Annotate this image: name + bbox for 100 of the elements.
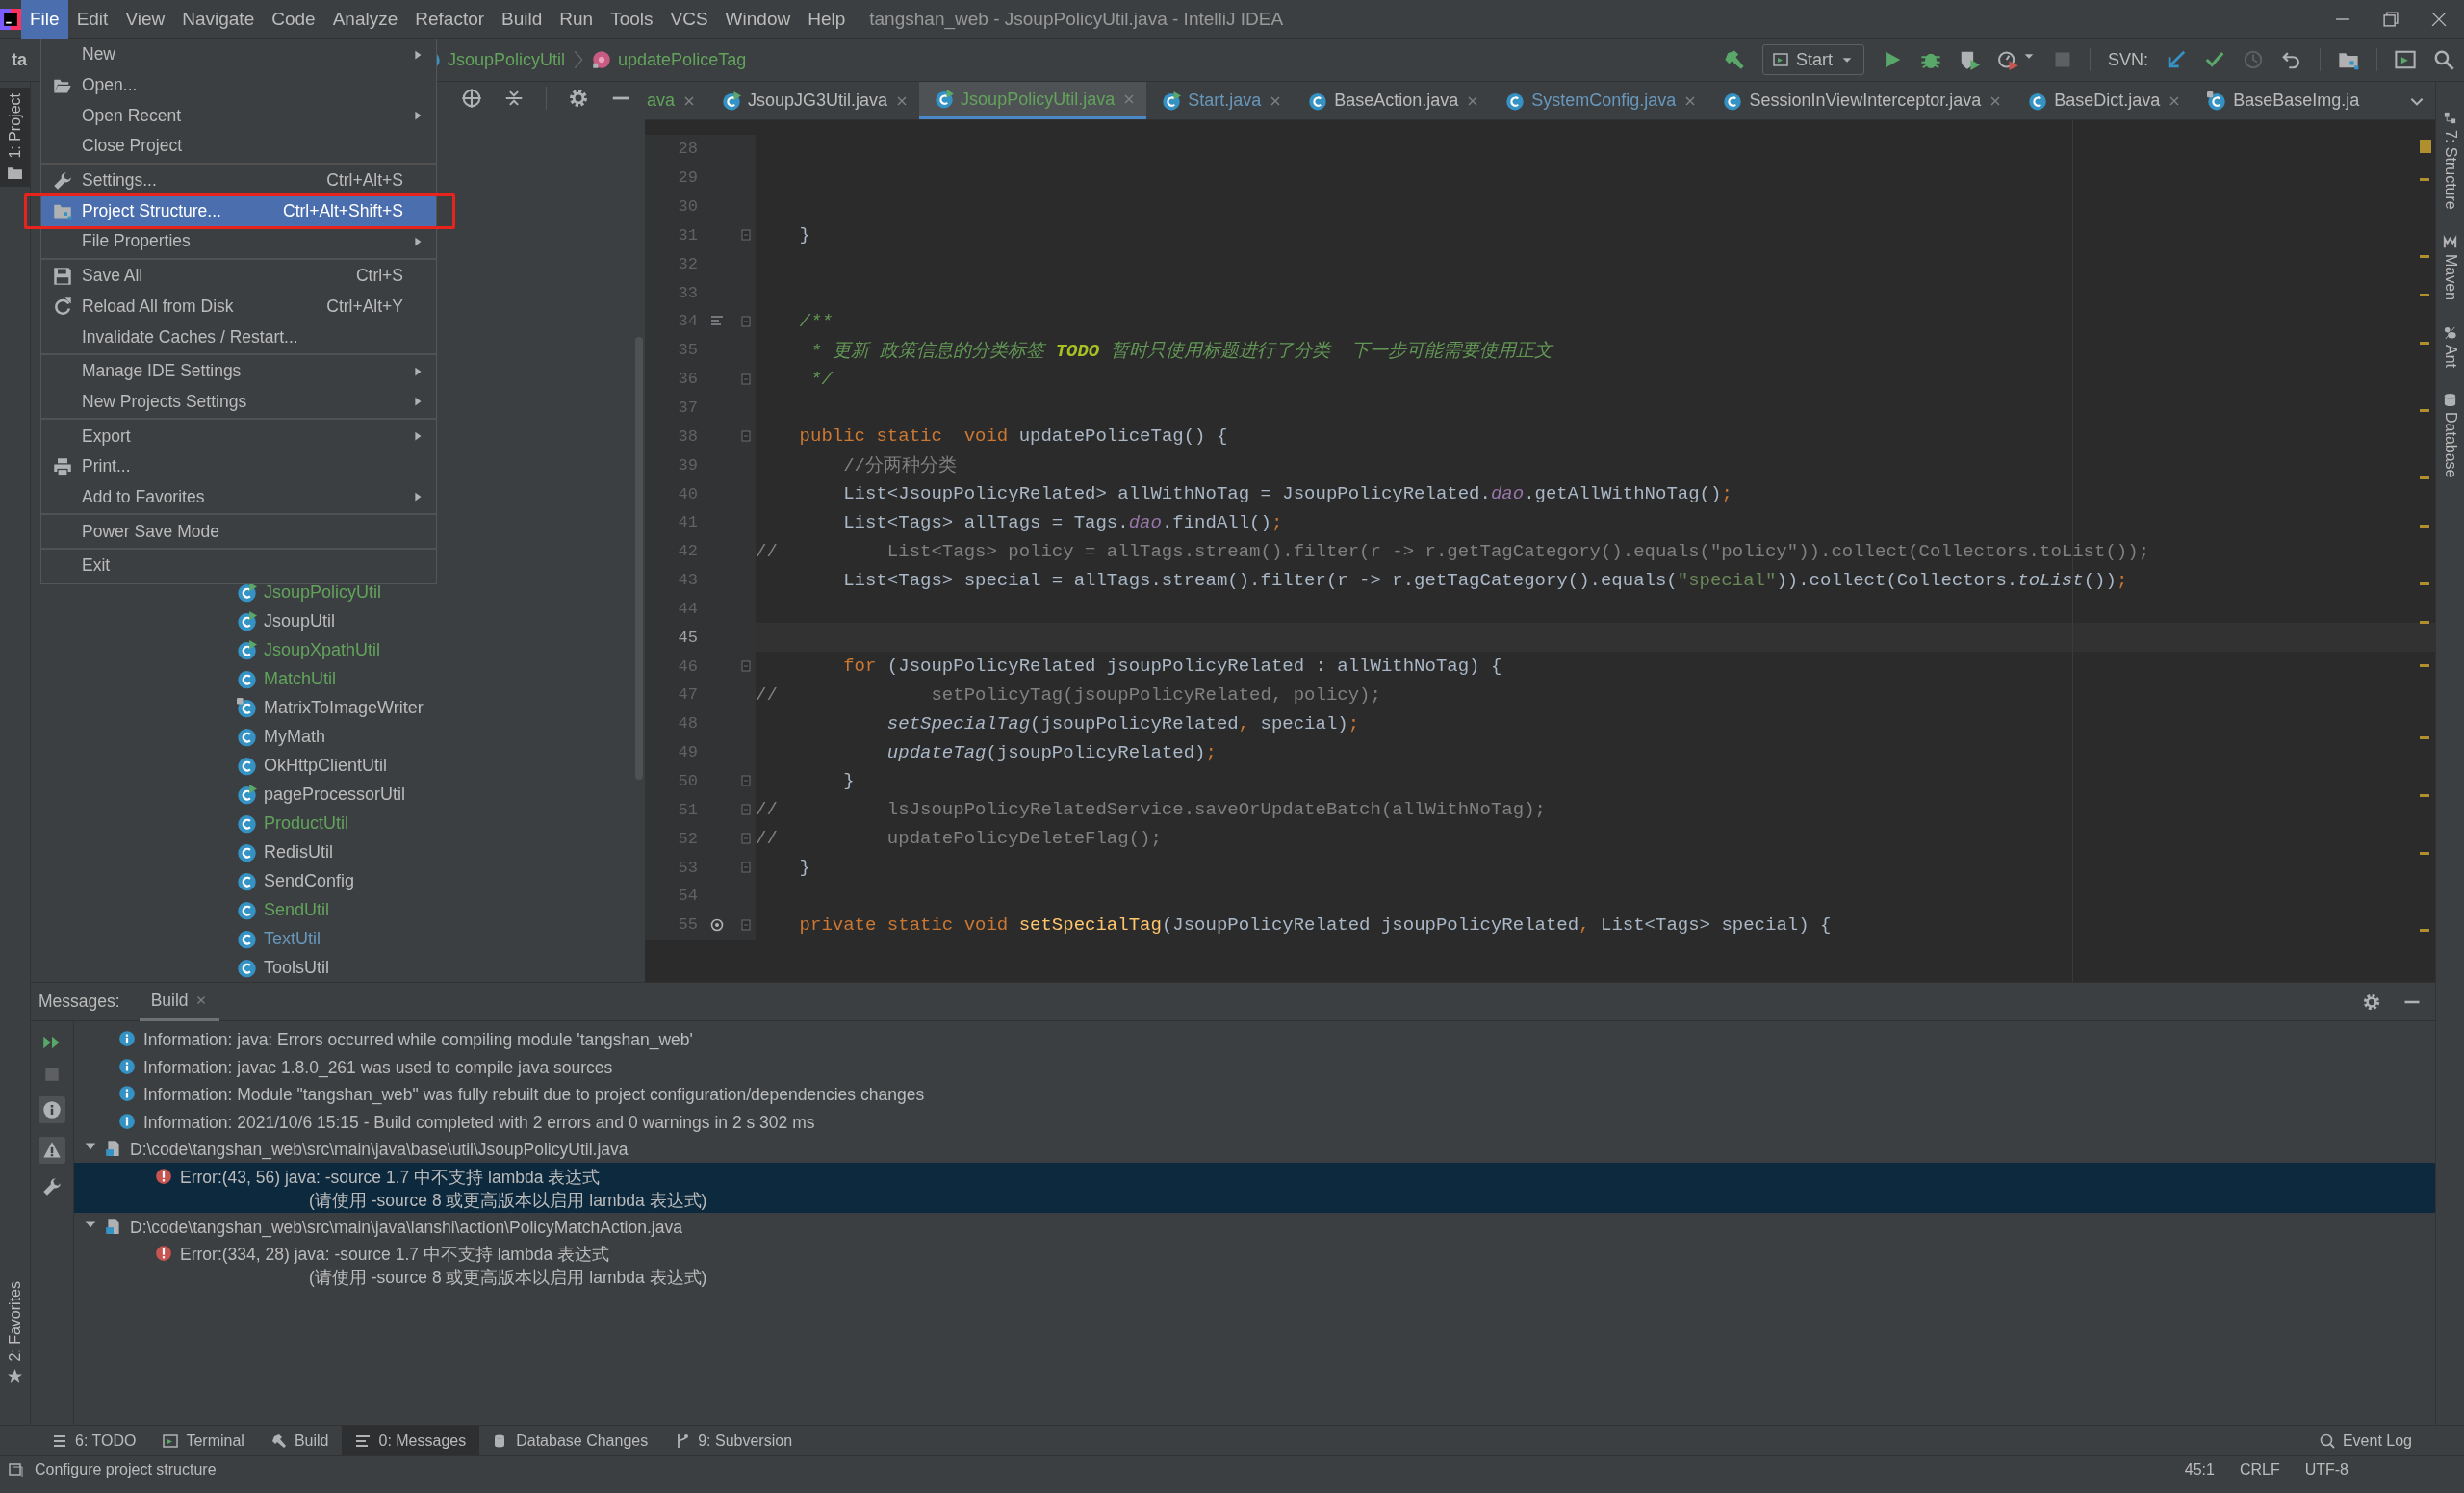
menu-item[interactable]: Exit bbox=[41, 551, 436, 581]
tool-window-button[interactable]: 0: Messages bbox=[342, 1426, 480, 1455]
class-icon bbox=[935, 90, 955, 109]
message-row[interactable]: D:\code\tangshan_web\src\main\java\base\util\JsoupPolicyUtil.java bbox=[74, 1135, 2435, 1163]
menu-item[interactable]: Invalidate Caches / Restart... bbox=[41, 322, 436, 352]
tool-window-button[interactable]: 9: Subversion bbox=[661, 1426, 807, 1455]
menu-item[interactable]: File Properties bbox=[41, 226, 436, 257]
editor-tab[interactable]: ava bbox=[645, 82, 707, 119]
info-icon bbox=[118, 1112, 136, 1130]
tree-item[interactable]: JsoupUtil bbox=[237, 606, 336, 635]
message-row[interactable]: Error:(334, 28) java: -source 1.7 中不支持 lambda 表达式 (请使用 -source 8 或更高版本以启用 lambda 表达式) bbox=[74, 1240, 2435, 1290]
tool-window-button[interactable]: 6: TODO bbox=[38, 1426, 150, 1455]
tree-item[interactable]: ToolsUtil bbox=[237, 953, 330, 982]
tree-item[interactable]: SendUtil bbox=[237, 895, 330, 924]
editor-tab[interactable]: Start.java bbox=[1146, 82, 1294, 119]
tool-window-tab[interactable]: 1: Project bbox=[0, 88, 30, 187]
menu[interactable]: Build bbox=[493, 0, 552, 39]
menu[interactable]: VCS bbox=[661, 0, 717, 39]
run-configuration-dropdown[interactable]: Start bbox=[1761, 44, 1864, 75]
menu[interactable]: Tools bbox=[602, 0, 662, 39]
editor-tab[interactable]: BaseDict.java bbox=[2013, 82, 2193, 119]
message-row[interactable]: Information: javac 1.8.0_261 was used to compile java sources bbox=[74, 1052, 2435, 1080]
tree-item[interactable]: RedisUtil bbox=[237, 837, 334, 866]
svn-update-icon[interactable] bbox=[2166, 49, 2187, 70]
menu-item[interactable]: Open... bbox=[41, 69, 436, 101]
event-log-button[interactable]: Event Log bbox=[2305, 1426, 2426, 1455]
class-icon bbox=[237, 841, 257, 862]
override-icon[interactable] bbox=[709, 916, 725, 933]
menu[interactable]: View bbox=[116, 0, 174, 39]
tool-window-button[interactable]: Build bbox=[257, 1426, 343, 1455]
class-icon bbox=[1505, 90, 1526, 111]
filter-toggle[interactable] bbox=[38, 1096, 65, 1123]
search-icon[interactable] bbox=[2433, 49, 2454, 70]
tree-item[interactable]: SendConfig bbox=[237, 866, 355, 895]
tool-window-tab[interactable]: 2: Favorites bbox=[0, 1275, 30, 1390]
menu-item[interactable]: Manage IDE Settings bbox=[41, 355, 436, 387]
menu-item[interactable]: Reload All from Disk Ctrl+Alt+Y bbox=[41, 291, 436, 322]
tool-window-tab[interactable]: 7: Structure bbox=[2441, 111, 2459, 210]
editor-tab[interactable]: JsoupJG3Util.java bbox=[706, 82, 920, 119]
tree-item[interactable]: TextUtil bbox=[237, 924, 321, 953]
tree-item[interactable]: OkHttpClientUtil bbox=[237, 751, 388, 780]
message-row[interactable]: Information: java: Errors occurred while compiling module 'tangshan_web' bbox=[74, 1025, 2435, 1053]
menu[interactable]: Analyze bbox=[323, 0, 407, 39]
message-row[interactable]: Information: 2021/10/6 15:15 - Build completed with 2 errors and 0 warnings in 2 s 302 ms bbox=[74, 1107, 2435, 1135]
editor-tab[interactable]: SystemConfig.java bbox=[1490, 82, 1708, 119]
menu[interactable]: Refactor bbox=[406, 0, 494, 39]
menu-item[interactable]: New bbox=[41, 39, 436, 70]
menu-item[interactable]: Settings... Ctrl+Alt+S bbox=[41, 165, 436, 196]
menu-item[interactable]: Open Recent bbox=[41, 100, 436, 132]
menu-item[interactable]: New Projects Settings bbox=[41, 386, 436, 418]
tree-item[interactable]: MatchUtil bbox=[237, 664, 336, 693]
settings-icon[interactable] bbox=[568, 88, 589, 109]
coverage-icon[interactable] bbox=[1959, 49, 1980, 70]
menu-item[interactable]: Add to Favorites bbox=[41, 481, 436, 513]
message-row[interactable]: Information: Module "tangshan_web" was fully rebuilt due to project configuration/dependencies changes bbox=[74, 1080, 2435, 1108]
menu[interactable]: Help bbox=[799, 0, 855, 39]
menu[interactable]: Run bbox=[551, 0, 603, 39]
tree-item[interactable]: MyMath bbox=[237, 722, 325, 751]
tool-window-tab[interactable]: Ant bbox=[2441, 324, 2459, 368]
wrench-icon[interactable] bbox=[42, 1177, 62, 1197]
tree-item[interactable]: ProductUtil bbox=[237, 809, 349, 837]
menu-item[interactable]: Save All Ctrl+S bbox=[41, 260, 436, 292]
message-row[interactable]: D:\code\tangshan_web\src\main\java\lanshi\action\PolicyMatchAction.java bbox=[74, 1212, 2435, 1240]
tool-window-tab[interactable]: Maven bbox=[2441, 234, 2459, 300]
tree-item[interactable]: MatrixToImageWriter bbox=[237, 693, 424, 722]
line-separator[interactable]: CRLF bbox=[2239, 1460, 2280, 1479]
caret-position[interactable]: 45:1 bbox=[2184, 1460, 2215, 1479]
profile-icon[interactable] bbox=[1997, 49, 2018, 70]
menu-item[interactable]: Power Save Mode bbox=[41, 516, 436, 547]
tree-item[interactable]: JsoupXpathUtil bbox=[237, 635, 381, 664]
menu[interactable]: Navigate bbox=[173, 0, 264, 39]
menu-item[interactable]: Close Project bbox=[41, 131, 436, 162]
editor-tab[interactable]: SessionInViewInterceptor.java bbox=[1707, 82, 2014, 119]
file-encoding[interactable]: UTF-8 bbox=[2304, 1460, 2348, 1479]
tool-window-tab[interactable]: Database bbox=[2441, 392, 2459, 478]
filter-toggle[interactable] bbox=[38, 1137, 65, 1164]
shortcut-label: Ctrl+Alt+Shift+S bbox=[283, 200, 403, 221]
menu-item[interactable]: Print... bbox=[41, 450, 436, 482]
panel-tab[interactable]: Build bbox=[139, 982, 219, 1021]
locate-icon[interactable] bbox=[461, 88, 482, 109]
menu[interactable]: Edit bbox=[67, 0, 117, 39]
menu-item[interactable]: Project Structure... Ctrl+Alt+Shift+S bbox=[41, 195, 436, 227]
class-icon bbox=[237, 957, 257, 978]
settings-icon[interactable] bbox=[2362, 991, 2381, 1012]
menu[interactable]: Code bbox=[263, 0, 324, 39]
build-hammer-icon[interactable] bbox=[1723, 49, 1745, 70]
menu[interactable]: File bbox=[21, 0, 68, 39]
editor-tab[interactable]: BaseAction.java bbox=[1293, 82, 1491, 119]
menu-item[interactable]: Export bbox=[41, 421, 436, 451]
terminal-icon[interactable] bbox=[2395, 49, 2416, 70]
tree-item[interactable]: pageProcessorUtil bbox=[237, 780, 406, 809]
project-name[interactable]: ta bbox=[12, 49, 27, 70]
message-row[interactable]: Error:(43, 56) java: -source 1.7 中不支持 lambda 表达式 (请使用 -source 8 或更高版本以启用 lambda 表达式) bbox=[74, 1162, 2435, 1213]
tool-window-button[interactable]: Database Changes bbox=[479, 1426, 662, 1455]
editor-tab[interactable]: BaseBaseImg.ja bbox=[2192, 82, 2370, 119]
list-icon bbox=[52, 1432, 67, 1449]
tool-windows-icon[interactable] bbox=[8, 1461, 23, 1478]
breadcrumb[interactable]: updatePoliceTag bbox=[592, 49, 747, 70]
tool-window-button[interactable]: Terminal bbox=[149, 1426, 258, 1455]
menu[interactable]: Window bbox=[716, 0, 800, 39]
